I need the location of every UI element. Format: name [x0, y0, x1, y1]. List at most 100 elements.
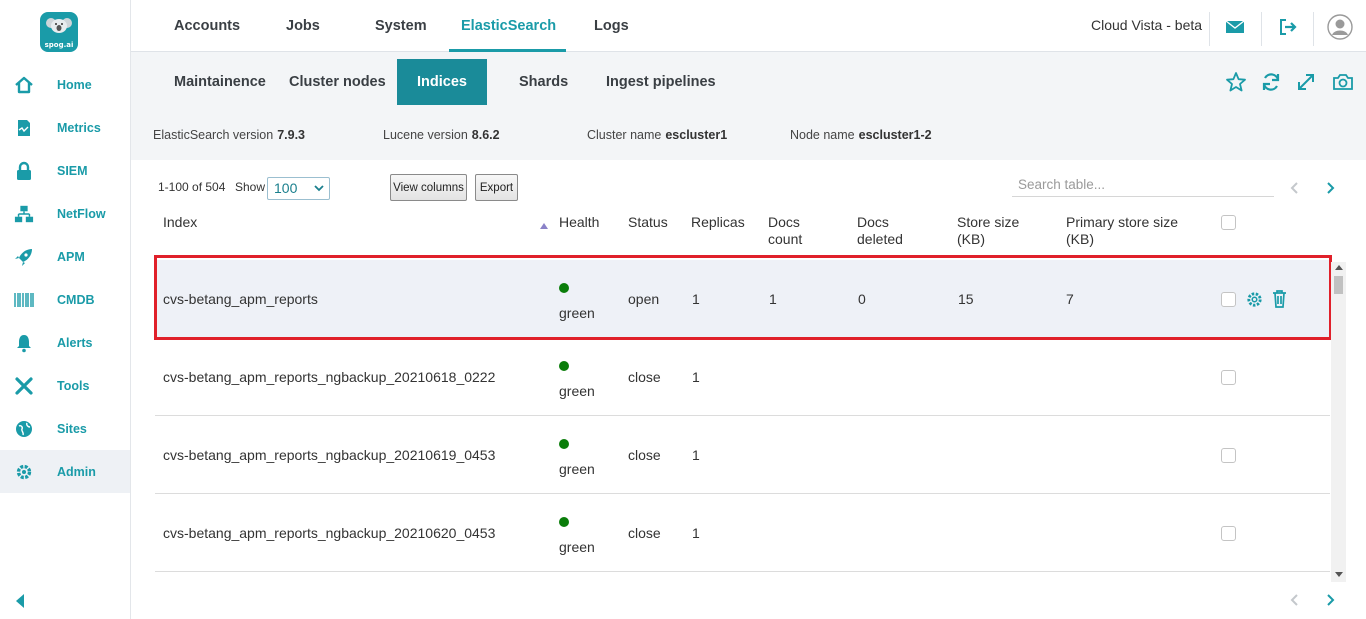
mail-icon[interactable]: [1224, 16, 1246, 38]
next-page-icon[interactable]: [1323, 181, 1337, 195]
table-row[interactable]: cvs-betang_apm_reports_ngbackup_20210618…: [155, 338, 1330, 416]
index-name[interactable]: cvs-betang_apm_reports: [163, 291, 318, 307]
row-checkbox[interactable]: [1221, 448, 1236, 463]
sidebar-item-alerts[interactable]: Alerts: [0, 321, 130, 364]
tab-logs[interactable]: Logs: [594, 0, 629, 52]
index-name[interactable]: cvs-betang_apm_reports_ngbackup_20210619…: [163, 447, 495, 463]
scroll-down-icon[interactable]: [1335, 572, 1343, 577]
subtab-cluster-nodes[interactable]: Cluster nodes: [289, 59, 386, 105]
view-columns-button[interactable]: View columns: [390, 174, 467, 201]
sidebar-item-admin[interactable]: Admin: [0, 450, 130, 493]
tab-elasticsearch[interactable]: ElasticSearch: [448, 0, 567, 52]
subtab-shards[interactable]: Shards: [519, 59, 568, 105]
logout-icon[interactable]: [1277, 16, 1299, 38]
sidebar: spog.ai Home Metrics SIEM NetFlow APM CM…: [0, 0, 131, 619]
col-index[interactable]: Index: [163, 214, 197, 231]
table-row[interactable]: cvs-betang_apm_reports green open 1 1 0 …: [155, 260, 1330, 338]
expand-icon[interactable]: [1295, 71, 1317, 93]
subtab-ingest-pipelines[interactable]: Ingest pipelines: [606, 59, 716, 105]
divider: [1209, 12, 1210, 46]
page-size-select[interactable]: 100: [267, 177, 330, 200]
bell-icon: [14, 333, 34, 353]
sidebar-item-netflow[interactable]: NetFlow: [0, 192, 130, 235]
health-dot: [559, 361, 569, 371]
tab-system[interactable]: System: [375, 0, 427, 52]
status-text: close: [628, 447, 661, 463]
koala-icon: [46, 18, 72, 33]
search-input[interactable]: [1012, 172, 1274, 197]
next-page-icon[interactable]: [1323, 593, 1337, 607]
col-status[interactable]: Status: [628, 214, 668, 231]
rocket-icon: [14, 247, 34, 267]
col-primary-store-size[interactable]: Primary store size (KB): [1066, 214, 1178, 248]
refresh-icon[interactable]: [1260, 71, 1282, 93]
tab-accounts[interactable]: Accounts: [174, 0, 240, 52]
cluster-name: Cluster name escluster1: [587, 128, 728, 142]
show-label: Show: [235, 180, 266, 194]
table-row[interactable]: cvs-betang_apm_reports_ngbackup_20210619…: [155, 416, 1330, 494]
col-health[interactable]: Health: [559, 214, 599, 231]
collapse-sidebar-icon[interactable]: [14, 592, 26, 610]
col-docs-count[interactable]: Docs count: [768, 214, 802, 248]
health-text: green: [559, 383, 595, 399]
sidebar-item-sites[interactable]: Sites: [0, 407, 130, 450]
camera-icon[interactable]: [1332, 71, 1354, 93]
health-text: green: [559, 539, 595, 555]
subtab-indices[interactable]: Indices: [397, 59, 487, 105]
row-checkbox[interactable]: [1221, 292, 1236, 307]
tab-jobs[interactable]: Jobs: [286, 0, 320, 52]
store-size-value: 15: [958, 291, 974, 307]
health-text: green: [559, 461, 595, 477]
sidebar-item-home[interactable]: Home: [0, 63, 130, 106]
trash-icon[interactable]: [1271, 289, 1288, 309]
sidebar-item-apm[interactable]: APM: [0, 235, 130, 278]
lucene-version: Lucene version 8.6.2: [383, 128, 500, 142]
replicas-value: 1: [692, 369, 700, 385]
settings-icon[interactable]: [1245, 290, 1264, 309]
app-title: Cloud Vista - beta: [1091, 17, 1203, 33]
sidebar-item-label: SIEM: [57, 163, 88, 178]
select-all-checkbox[interactable]: [1221, 215, 1236, 230]
scroll-thumb[interactable]: [1334, 276, 1343, 294]
sidebar-item-label: Admin: [57, 464, 96, 479]
col-store-size[interactable]: Store size (KB): [957, 214, 1019, 248]
export-button[interactable]: Export: [475, 174, 518, 201]
subtab-maintainence[interactable]: Maintainence: [174, 59, 266, 105]
index-name[interactable]: cvs-betang_apm_reports_ngbackup_20210620…: [163, 525, 495, 541]
replicas-value: 1: [692, 447, 700, 463]
row-checkbox[interactable]: [1221, 526, 1236, 541]
sidebar-item-label: Metrics: [57, 120, 101, 135]
tools-icon: [14, 376, 34, 396]
sidebar-item-siem[interactable]: SIEM: [0, 149, 130, 192]
avatar-icon[interactable]: [1327, 14, 1353, 40]
sort-asc-icon[interactable]: [539, 222, 549, 230]
sidebar-item-tools[interactable]: Tools: [0, 364, 130, 407]
row-checkbox[interactable]: [1221, 370, 1236, 385]
gear-icon: [14, 462, 34, 482]
app-brand: spog.ai: [44, 41, 74, 49]
col-docs-deleted[interactable]: Docs deleted: [857, 214, 903, 248]
table-row[interactable]: cvs-betang_apm_reports_ngbackup_20210620…: [155, 494, 1330, 572]
sidebar-item-cmdb[interactable]: CMDB: [0, 278, 130, 321]
prev-page-icon[interactable]: [1288, 181, 1302, 195]
health-dot: [559, 283, 569, 293]
app-logo[interactable]: spog.ai: [40, 12, 78, 52]
sidebar-item-label: CMDB: [57, 292, 95, 307]
barcode-icon: [14, 290, 34, 310]
primary-store-size-value: 7: [1066, 291, 1074, 307]
scroll-up-icon[interactable]: [1335, 265, 1343, 270]
chevron-down-icon: [314, 185, 324, 192]
health-dot: [559, 517, 569, 527]
col-replicas[interactable]: Replicas: [691, 214, 745, 231]
sidebar-item-label: Home: [57, 77, 92, 92]
table-scrollbar[interactable]: [1331, 262, 1346, 582]
index-name[interactable]: cvs-betang_apm_reports_ngbackup_20210618…: [163, 369, 495, 385]
sidebar-item-metrics[interactable]: Metrics: [0, 106, 130, 149]
node-name: Node name escluster1-2: [790, 128, 932, 142]
prev-page-icon[interactable]: [1288, 593, 1302, 607]
status-text: open: [628, 291, 660, 307]
star-icon[interactable]: [1225, 71, 1247, 93]
globe-icon: [14, 419, 34, 439]
health-dot: [559, 439, 569, 449]
sidebar-item-label: Tools: [57, 378, 90, 393]
